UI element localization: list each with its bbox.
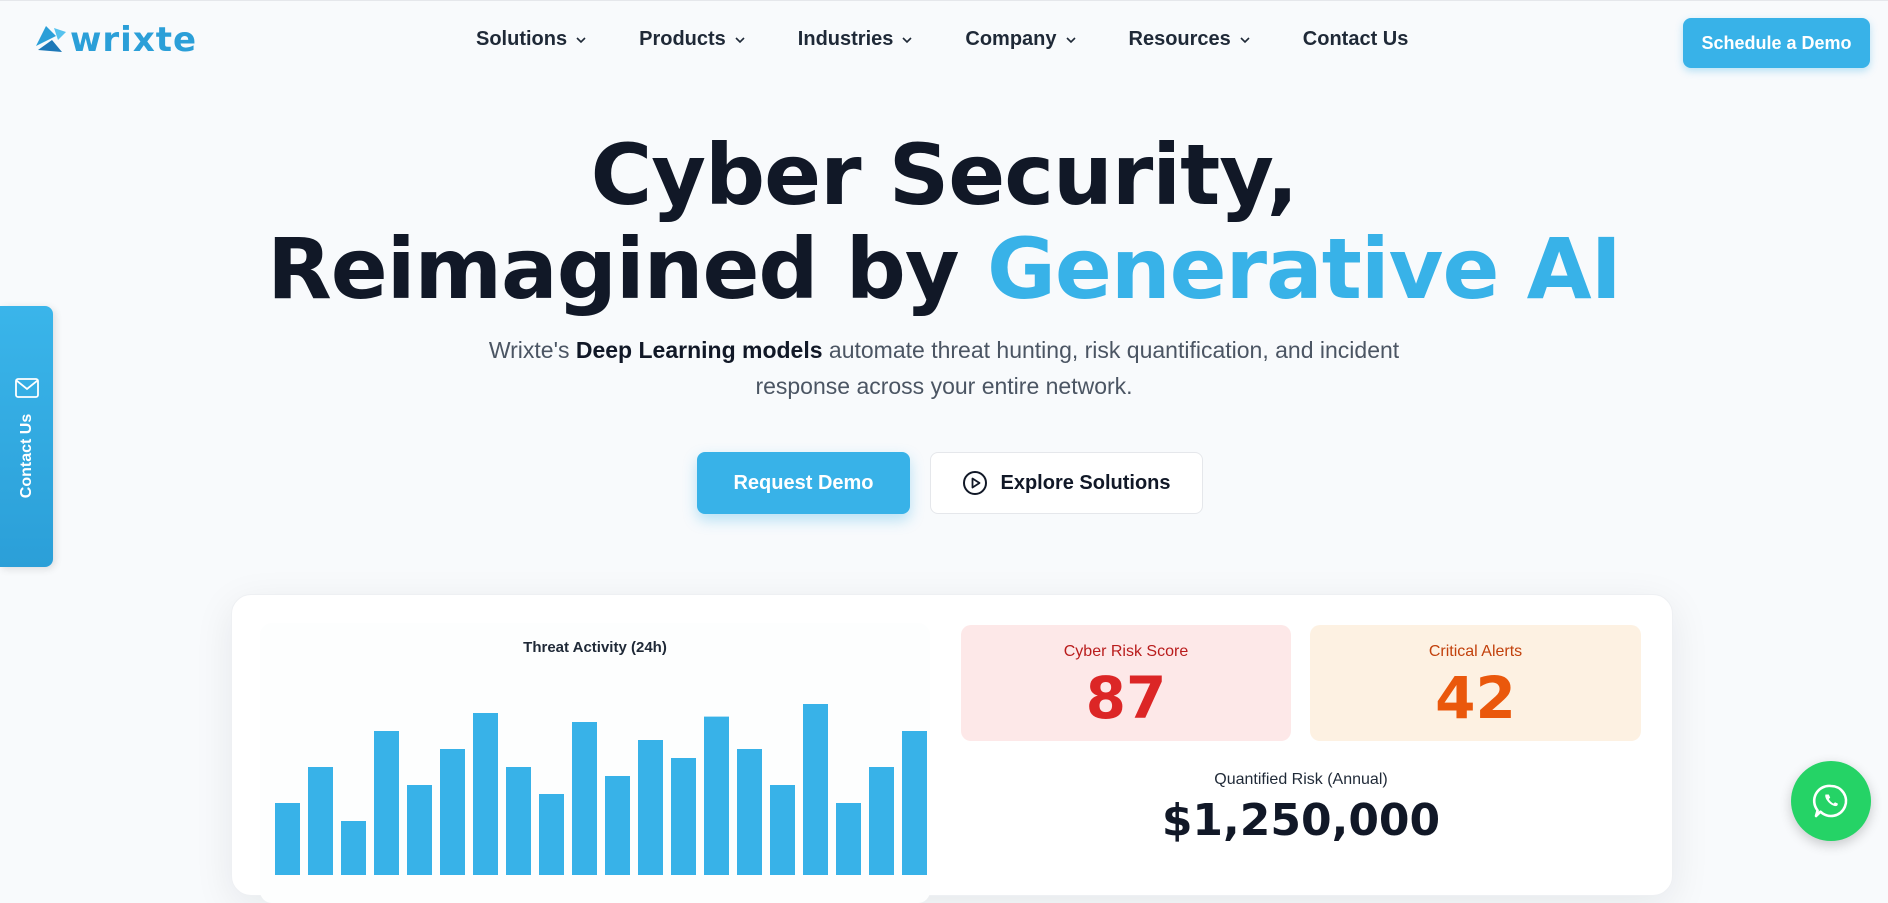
quantified-risk-card: Quantified Risk (Annual) $1,250,000 <box>961 759 1641 879</box>
chart-bar <box>737 749 762 875</box>
dashboard-preview: Threat Activity (24h) Cyber Risk Score 8… <box>231 594 1673 903</box>
nav-item-industries[interactable]: Industries <box>798 28 914 51</box>
chart-bar <box>440 749 465 875</box>
side-contact-tab[interactable]: Contact Us <box>0 306 53 567</box>
nav-item-solutions[interactable]: Solutions <box>476 28 587 51</box>
whatsapp-chat-button[interactable] <box>1791 761 1871 841</box>
hero-title-accent: Generative AI <box>986 220 1622 318</box>
play-circle-icon <box>963 471 988 495</box>
chart-bar <box>671 758 696 875</box>
threat-activity-chart: Threat Activity (24h) <box>260 623 930 903</box>
chart-bar <box>539 794 564 875</box>
critical-alerts-value: 42 <box>1435 664 1516 732</box>
mail-icon <box>15 378 39 398</box>
logo-mark-icon <box>36 26 66 52</box>
chart-bar <box>407 785 432 875</box>
nav-item-products[interactable]: Products <box>639 28 746 51</box>
nav-item-label: Products <box>639 28 726 50</box>
critical-alerts-card: Critical Alerts 42 <box>1310 625 1641 741</box>
explore-solutions-button[interactable]: Explore Solutions <box>930 452 1203 514</box>
explore-solutions-label: Explore Solutions <box>1000 471 1171 494</box>
cyber-risk-score-value: 87 <box>1085 664 1167 732</box>
nav-item-company[interactable]: Company <box>965 28 1076 51</box>
hero-subtitle-bold: Deep Learning models <box>575 337 823 363</box>
nav-item-label: Contact Us <box>1302 28 1409 50</box>
hero-subtitle-suffix: automate threat hunting, risk quantifica… <box>755 337 1400 399</box>
chart-bar <box>275 803 300 875</box>
hero-subtitle: Wrixte's Deep Learning models automate t… <box>464 332 1424 404</box>
chevron-down-icon <box>902 36 912 43</box>
quantified-risk-value: $1,250,000 <box>1161 795 1441 846</box>
chevron-down-icon <box>576 36 586 43</box>
nav-item-label: Company <box>965 28 1057 50</box>
logo-text: wrixte <box>70 20 198 60</box>
nav-item-label: Solutions <box>476 28 568 50</box>
schedule-demo-button[interactable]: Schedule a Demo <box>1683 18 1870 68</box>
logo[interactable]: wrixte <box>32 22 197 58</box>
hero-title-line2: Reimagined by <box>267 220 960 318</box>
nav-item-label: Industries <box>797 28 894 50</box>
hero-title: Cyber Security, Reimagined by Generative… <box>0 128 1888 316</box>
site-header: wrixte Solutions Products Industries Com… <box>0 0 1888 86</box>
nav-item-contact-us[interactable]: Contact Us <box>1303 28 1409 51</box>
threat-activity-bars <box>275 704 927 875</box>
hero-title-line1: Cyber Security, <box>590 126 1299 224</box>
chart-bar <box>836 803 861 875</box>
cyber-risk-score-label: Cyber Risk Score <box>1063 643 1189 660</box>
chevron-down-icon <box>1240 36 1250 43</box>
request-demo-button[interactable]: Request Demo <box>697 452 910 514</box>
chart-bar <box>803 704 828 875</box>
chart-bar <box>374 731 399 875</box>
main-nav: Solutions Products Industries Company Re… <box>476 28 1408 51</box>
chart-bar <box>341 821 366 875</box>
side-contact-label: Contact Us <box>18 413 35 499</box>
chart-bar <box>638 740 663 875</box>
hero-subtitle-prefix: Wrixte's <box>488 337 570 363</box>
chart-bar <box>572 722 597 875</box>
chart-bar <box>473 713 498 875</box>
cyber-risk-score-card: Cyber Risk Score 87 <box>961 625 1291 741</box>
chart-bar <box>605 776 630 875</box>
critical-alerts-label: Critical Alerts <box>1428 643 1523 660</box>
chevron-down-icon <box>1065 36 1076 43</box>
nav-item-label: Resources <box>1128 28 1231 50</box>
quantified-risk-label: Quantified Risk (Annual) <box>1214 771 1388 788</box>
nav-item-resources[interactable]: Resources <box>1129 28 1251 51</box>
chart-bar <box>770 785 795 875</box>
chart-bar <box>902 731 927 875</box>
chart-bar <box>704 716 729 875</box>
whatsapp-icon <box>1812 784 1848 818</box>
chevron-down-icon <box>735 36 745 43</box>
